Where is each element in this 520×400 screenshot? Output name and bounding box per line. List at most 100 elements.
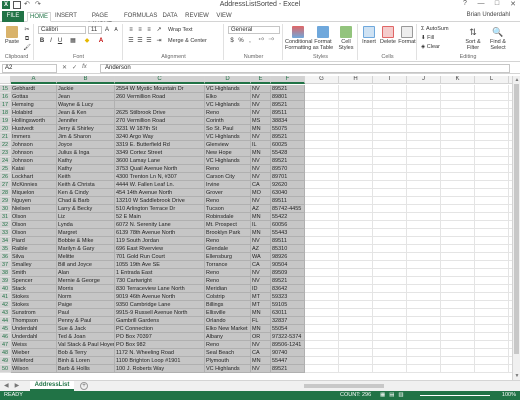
- cell-g[interactable]: [305, 221, 339, 229]
- cell-a[interactable]: Wilson: [11, 365, 57, 373]
- cell-l[interactable]: [475, 133, 509, 141]
- cell-f[interactable]: 85310: [271, 245, 305, 253]
- cell-h[interactable]: [339, 293, 373, 301]
- row-header[interactable]: 24: [0, 157, 11, 165]
- wrap-text-button[interactable]: Wrap Text: [168, 27, 218, 33]
- cell-j[interactable]: [407, 181, 441, 189]
- cell-h[interactable]: [339, 349, 373, 357]
- column-header-k[interactable]: K: [441, 76, 475, 84]
- cell-d[interactable]: Elko New Market: [205, 325, 251, 333]
- paste-button[interactable]: Paste: [4, 26, 20, 45]
- cell-i[interactable]: [373, 173, 407, 181]
- cell-l[interactable]: [475, 285, 509, 293]
- cell-a[interactable]: Willeford: [11, 357, 57, 365]
- cell-a[interactable]: Johnson: [11, 157, 57, 165]
- cell-k[interactable]: [441, 285, 475, 293]
- merge-center-button[interactable]: Merge & Center: [168, 38, 222, 44]
- delete-button[interactable]: Delete: [379, 26, 397, 45]
- cell-e[interactable]: MN: [251, 125, 271, 133]
- cell-i[interactable]: [373, 149, 407, 157]
- cell-a[interactable]: Hustvedt: [11, 125, 57, 133]
- cell-h[interactable]: [339, 213, 373, 221]
- cell-h[interactable]: [339, 157, 373, 165]
- cell-c[interactable]: 4444 W. Fallen Leaf Ln.: [115, 181, 205, 189]
- cell-h[interactable]: [339, 173, 373, 181]
- row-header[interactable]: 41: [0, 293, 11, 301]
- cell-l[interactable]: [475, 165, 509, 173]
- cell-k[interactable]: [441, 93, 475, 101]
- cell-j[interactable]: [407, 301, 441, 309]
- cell-d[interactable]: Robinsdale: [205, 213, 251, 221]
- cell-j[interactable]: [407, 285, 441, 293]
- cell-g[interactable]: [305, 125, 339, 133]
- column-header-i[interactable]: I: [373, 76, 407, 84]
- cell-h[interactable]: [339, 341, 373, 349]
- cell-i[interactable]: [373, 109, 407, 117]
- cell-e[interactable]: NV: [251, 157, 271, 165]
- cell-e[interactable]: NV: [251, 365, 271, 373]
- cell-d[interactable]: Ellensburg: [205, 253, 251, 261]
- cell-h[interactable]: [339, 277, 373, 285]
- cell-j[interactable]: [407, 85, 441, 93]
- cell-i[interactable]: [373, 325, 407, 333]
- cell-d[interactable]: Brooklyn Park: [205, 229, 251, 237]
- cell-b[interactable]: Bobbie & Mike: [57, 237, 115, 245]
- cell-i[interactable]: [373, 357, 407, 365]
- cell-f[interactable]: 38834: [271, 117, 305, 125]
- cell-b[interactable]: Margret: [57, 229, 115, 237]
- row-header[interactable]: 29: [0, 197, 11, 205]
- cell-i[interactable]: [373, 301, 407, 309]
- cell-f[interactable]: 89521: [271, 277, 305, 285]
- cell-f[interactable]: 89511: [271, 109, 305, 117]
- cell-e[interactable]: NV: [251, 165, 271, 173]
- cell-i[interactable]: [373, 221, 407, 229]
- cell-l[interactable]: [475, 157, 509, 165]
- cell-i[interactable]: [373, 165, 407, 173]
- cell-e[interactable]: NV: [251, 277, 271, 285]
- cell-l[interactable]: [475, 349, 509, 357]
- cell-k[interactable]: [441, 213, 475, 221]
- cell-g[interactable]: [305, 117, 339, 125]
- cell-k[interactable]: [441, 349, 475, 357]
- cell-i[interactable]: [373, 269, 407, 277]
- cell-d[interactable]: New Hope: [205, 149, 251, 157]
- cell-k[interactable]: [441, 101, 475, 109]
- cell-g[interactable]: [305, 85, 339, 93]
- cell-g[interactable]: [305, 109, 339, 117]
- cell-l[interactable]: [475, 221, 509, 229]
- cell-l[interactable]: [475, 213, 509, 221]
- cell-f[interactable]: 32837: [271, 317, 305, 325]
- cell-g[interactable]: [305, 229, 339, 237]
- cell-f[interactable]: 97322-5374: [271, 333, 305, 341]
- cell-k[interactable]: [441, 181, 475, 189]
- column-header-a[interactable]: A: [11, 76, 57, 84]
- cell-k[interactable]: [441, 317, 475, 325]
- cell-i[interactable]: [373, 125, 407, 133]
- cell-j[interactable]: [407, 269, 441, 277]
- column-header-j[interactable]: J: [407, 76, 441, 84]
- cell-c[interactable]: 3753 Quail Avenue North: [115, 165, 205, 173]
- cell-a[interactable]: Miquelon: [11, 189, 57, 197]
- cell-e[interactable]: MN: [251, 325, 271, 333]
- cell-j[interactable]: [407, 317, 441, 325]
- cell-j[interactable]: [407, 173, 441, 181]
- fill-button[interactable]: ⬇ Fill: [421, 35, 461, 41]
- cell-c[interactable]: 119 South Jordan: [115, 237, 205, 245]
- cell-b[interactable]: Ted & Joan: [57, 333, 115, 341]
- row-header[interactable]: 37: [0, 261, 11, 269]
- cell-e[interactable]: NV: [251, 269, 271, 277]
- cell-g[interactable]: [305, 349, 339, 357]
- cell-styles-button[interactable]: Cell Styles: [336, 26, 356, 51]
- cell-e[interactable]: NV: [251, 197, 271, 205]
- cell-h[interactable]: [339, 365, 373, 373]
- cell-f[interactable]: 89511: [271, 237, 305, 245]
- cell-b[interactable]: Wayne & Lucy: [57, 101, 115, 109]
- cell-g[interactable]: [305, 301, 339, 309]
- cell-d[interactable]: Torrance: [205, 261, 251, 269]
- cell-f[interactable]: 60025: [271, 141, 305, 149]
- cell-j[interactable]: [407, 325, 441, 333]
- cell-k[interactable]: [441, 341, 475, 349]
- cell-e[interactable]: NV: [251, 341, 271, 349]
- column-header-d[interactable]: D: [205, 76, 251, 84]
- cell-c[interactable]: [115, 101, 205, 109]
